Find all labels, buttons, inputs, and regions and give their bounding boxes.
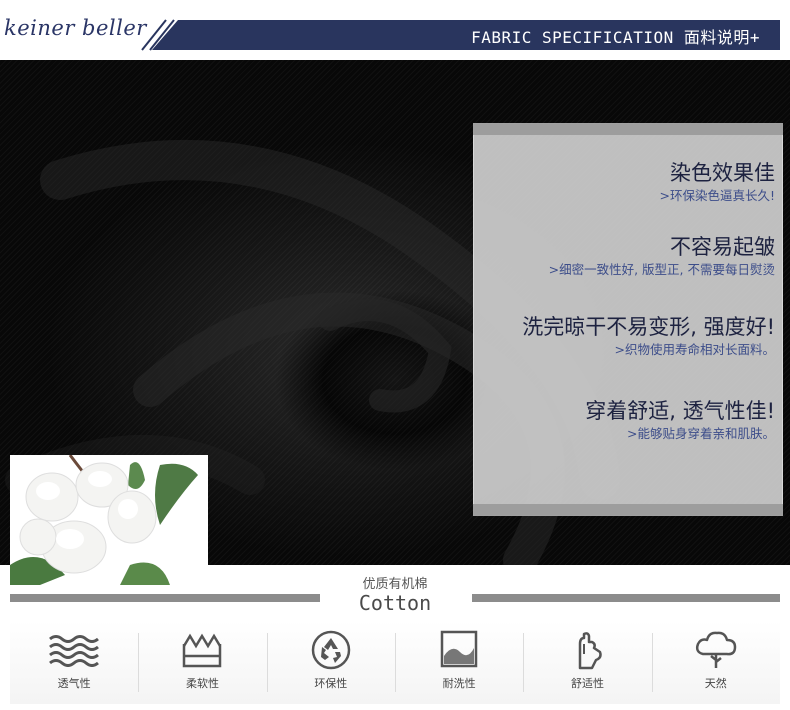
cotton-label-en: Cotton: [358, 591, 432, 615]
hand-icon: [570, 629, 604, 671]
feature-panel: 染色效果佳 >环保染色逼真长久! 不容易起皱 >细密一致性好, 版型正, 不需要…: [473, 123, 783, 516]
property-label: 耐洗性: [442, 677, 476, 690]
tree-icon: [695, 629, 737, 671]
property-strip: 透气性 柔软性 环保性 耐洗性 舒适性 天然: [10, 621, 780, 704]
feature-subtitle: >细密一致性好, 版型正, 不需要每日熨烫: [548, 262, 775, 277]
property-label: 透气性: [57, 677, 91, 690]
cotton-label-cn: 优质有机棉: [362, 577, 428, 592]
header-stripes: [141, 19, 175, 51]
feature-subtitle: >环保染色逼真长久!: [659, 188, 776, 203]
cotton-boll-image: [10, 455, 198, 585]
feature-title: 染色效果佳: [670, 161, 775, 185]
feature-title: 洗完晾干不易变形, 强度好!: [522, 315, 775, 339]
cotton-photo: [10, 455, 208, 585]
feature-item: 洗完晾干不易变形, 强度好! >织物使用寿命相对长面料。: [522, 313, 775, 359]
property-label: 柔软性: [185, 677, 219, 690]
property-label: 环保性: [314, 677, 348, 690]
property-comfort: 舒适性: [523, 621, 651, 704]
feature-title: 穿着舒适, 透气性佳!: [585, 399, 775, 423]
feature-title: 不容易起皱: [670, 235, 775, 259]
property-washability: 耐洗性: [394, 621, 523, 704]
recycle-icon: [311, 629, 351, 671]
feature-subtitle: >能够贴身穿着亲和肌肤。: [627, 426, 775, 441]
feature-item: 染色效果佳 >环保染色逼真长久!: [660, 159, 776, 205]
panel-top-edge: [473, 123, 783, 135]
waves-icon: [48, 629, 100, 671]
property-label: 舒适性: [570, 677, 604, 690]
page-title: FABRIC SPECIFICATION 面料说明+: [471, 28, 760, 47]
property-softness: 柔软性: [138, 621, 266, 704]
property-eco: 环保性: [266, 621, 395, 704]
property-natural: 天然: [651, 621, 780, 704]
feature-subtitle: >织物使用寿命相对长面料。: [614, 342, 775, 357]
property-label: 天然: [704, 677, 727, 690]
feature-item: 不容易起皱 >细密一致性好, 版型正, 不需要每日熨烫: [549, 233, 775, 279]
panel-bottom-edge: [473, 504, 783, 516]
zigzag-box-icon: [180, 629, 224, 671]
property-breathability: 透气性: [10, 621, 138, 704]
washing-icon: [440, 629, 478, 671]
feature-item: 穿着舒适, 透气性佳! >能够贴身穿着亲和肌肤。: [585, 397, 775, 443]
